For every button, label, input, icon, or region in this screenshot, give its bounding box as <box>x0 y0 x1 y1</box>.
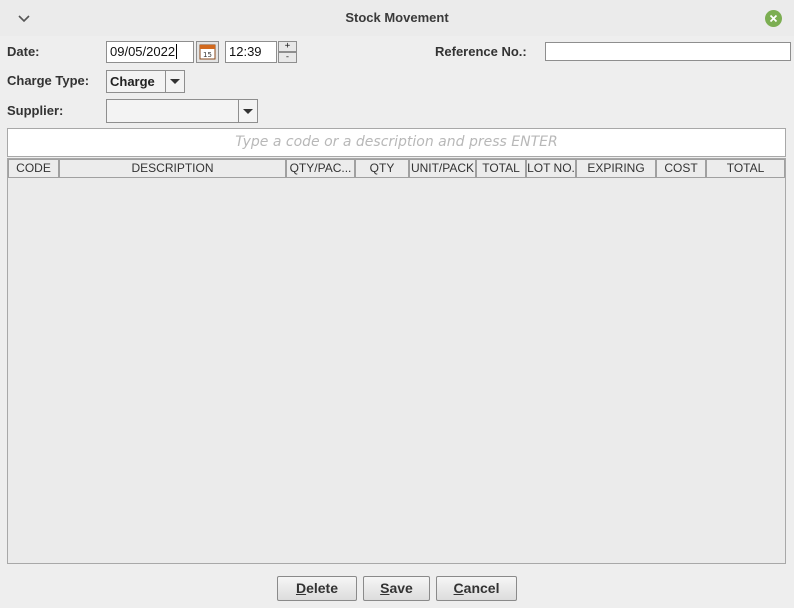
column-header-total-units[interactable]: TOTAL <box>476 159 526 178</box>
column-header-lot-no[interactable]: LOT NO. <box>526 159 576 178</box>
charge-type-dropdown-button[interactable] <box>165 71 184 92</box>
supplier-select[interactable] <box>106 99 258 123</box>
close-icon <box>769 14 778 23</box>
column-header-total-cost[interactable]: TOTAL <box>706 159 785 178</box>
calendar-icon: 15 <box>199 44 216 60</box>
reference-input[interactable] <box>545 42 791 61</box>
dropdown-arrow-icon <box>243 109 253 114</box>
items-table: CODE DESCRIPTION QTY/PAC... QTY UNIT/PAC… <box>7 158 786 564</box>
save-label: ave <box>389 580 413 596</box>
table-body[interactable] <box>8 178 785 563</box>
search-input[interactable]: Type a code or a description and press E… <box>7 128 786 157</box>
column-header-qty[interactable]: QTY <box>355 159 409 178</box>
charge-type-label: Charge Type: <box>7 73 90 88</box>
calendar-button[interactable]: 15 <box>196 41 219 63</box>
charge-type-value: Charge <box>110 74 155 89</box>
date-field[interactable]: 09/05/2022 <box>106 41 194 63</box>
column-header-expiring[interactable]: EXPIRING <box>576 159 656 178</box>
table-header: CODE DESCRIPTION QTY/PAC... QTY UNIT/PAC… <box>8 159 785 178</box>
time-increment-button[interactable]: + <box>278 41 297 52</box>
column-header-description[interactable]: DESCRIPTION <box>59 159 286 178</box>
form-area: Date: 09/05/2022 15 12:39 + - Reference … <box>0 36 794 608</box>
cancel-button[interactable]: Cancel <box>436 576 517 601</box>
supplier-dropdown-button[interactable] <box>238 100 257 122</box>
cancel-label: ancel <box>463 580 500 596</box>
charge-type-select[interactable]: Charge <box>106 70 185 93</box>
delete-button[interactable]: Delete <box>277 576 357 601</box>
date-label: Date: <box>7 44 40 59</box>
close-button[interactable] <box>765 10 782 27</box>
time-decrement-button[interactable]: - <box>278 52 297 63</box>
title-bar: Stock Movement <box>0 0 794 36</box>
delete-mnemonic: D <box>295 580 307 596</box>
reference-label: Reference No.: <box>435 44 527 59</box>
delete-label: elete <box>306 580 339 596</box>
supplier-label: Supplier: <box>7 103 64 118</box>
svg-text:15: 15 <box>203 51 212 59</box>
date-value: 09/05/2022 <box>110 44 176 59</box>
column-header-unit-pack[interactable]: UNIT/PACK <box>409 159 476 178</box>
save-button[interactable]: Save <box>363 576 430 601</box>
column-header-code[interactable]: CODE <box>8 159 59 178</box>
dropdown-arrow-icon <box>170 79 180 84</box>
time-field[interactable]: 12:39 <box>225 41 277 63</box>
cancel-mnemonic: C <box>453 580 464 596</box>
column-header-qty-pack[interactable]: QTY/PAC... <box>286 159 355 178</box>
column-header-cost[interactable]: COST <box>656 159 706 178</box>
window-title: Stock Movement <box>345 10 449 25</box>
